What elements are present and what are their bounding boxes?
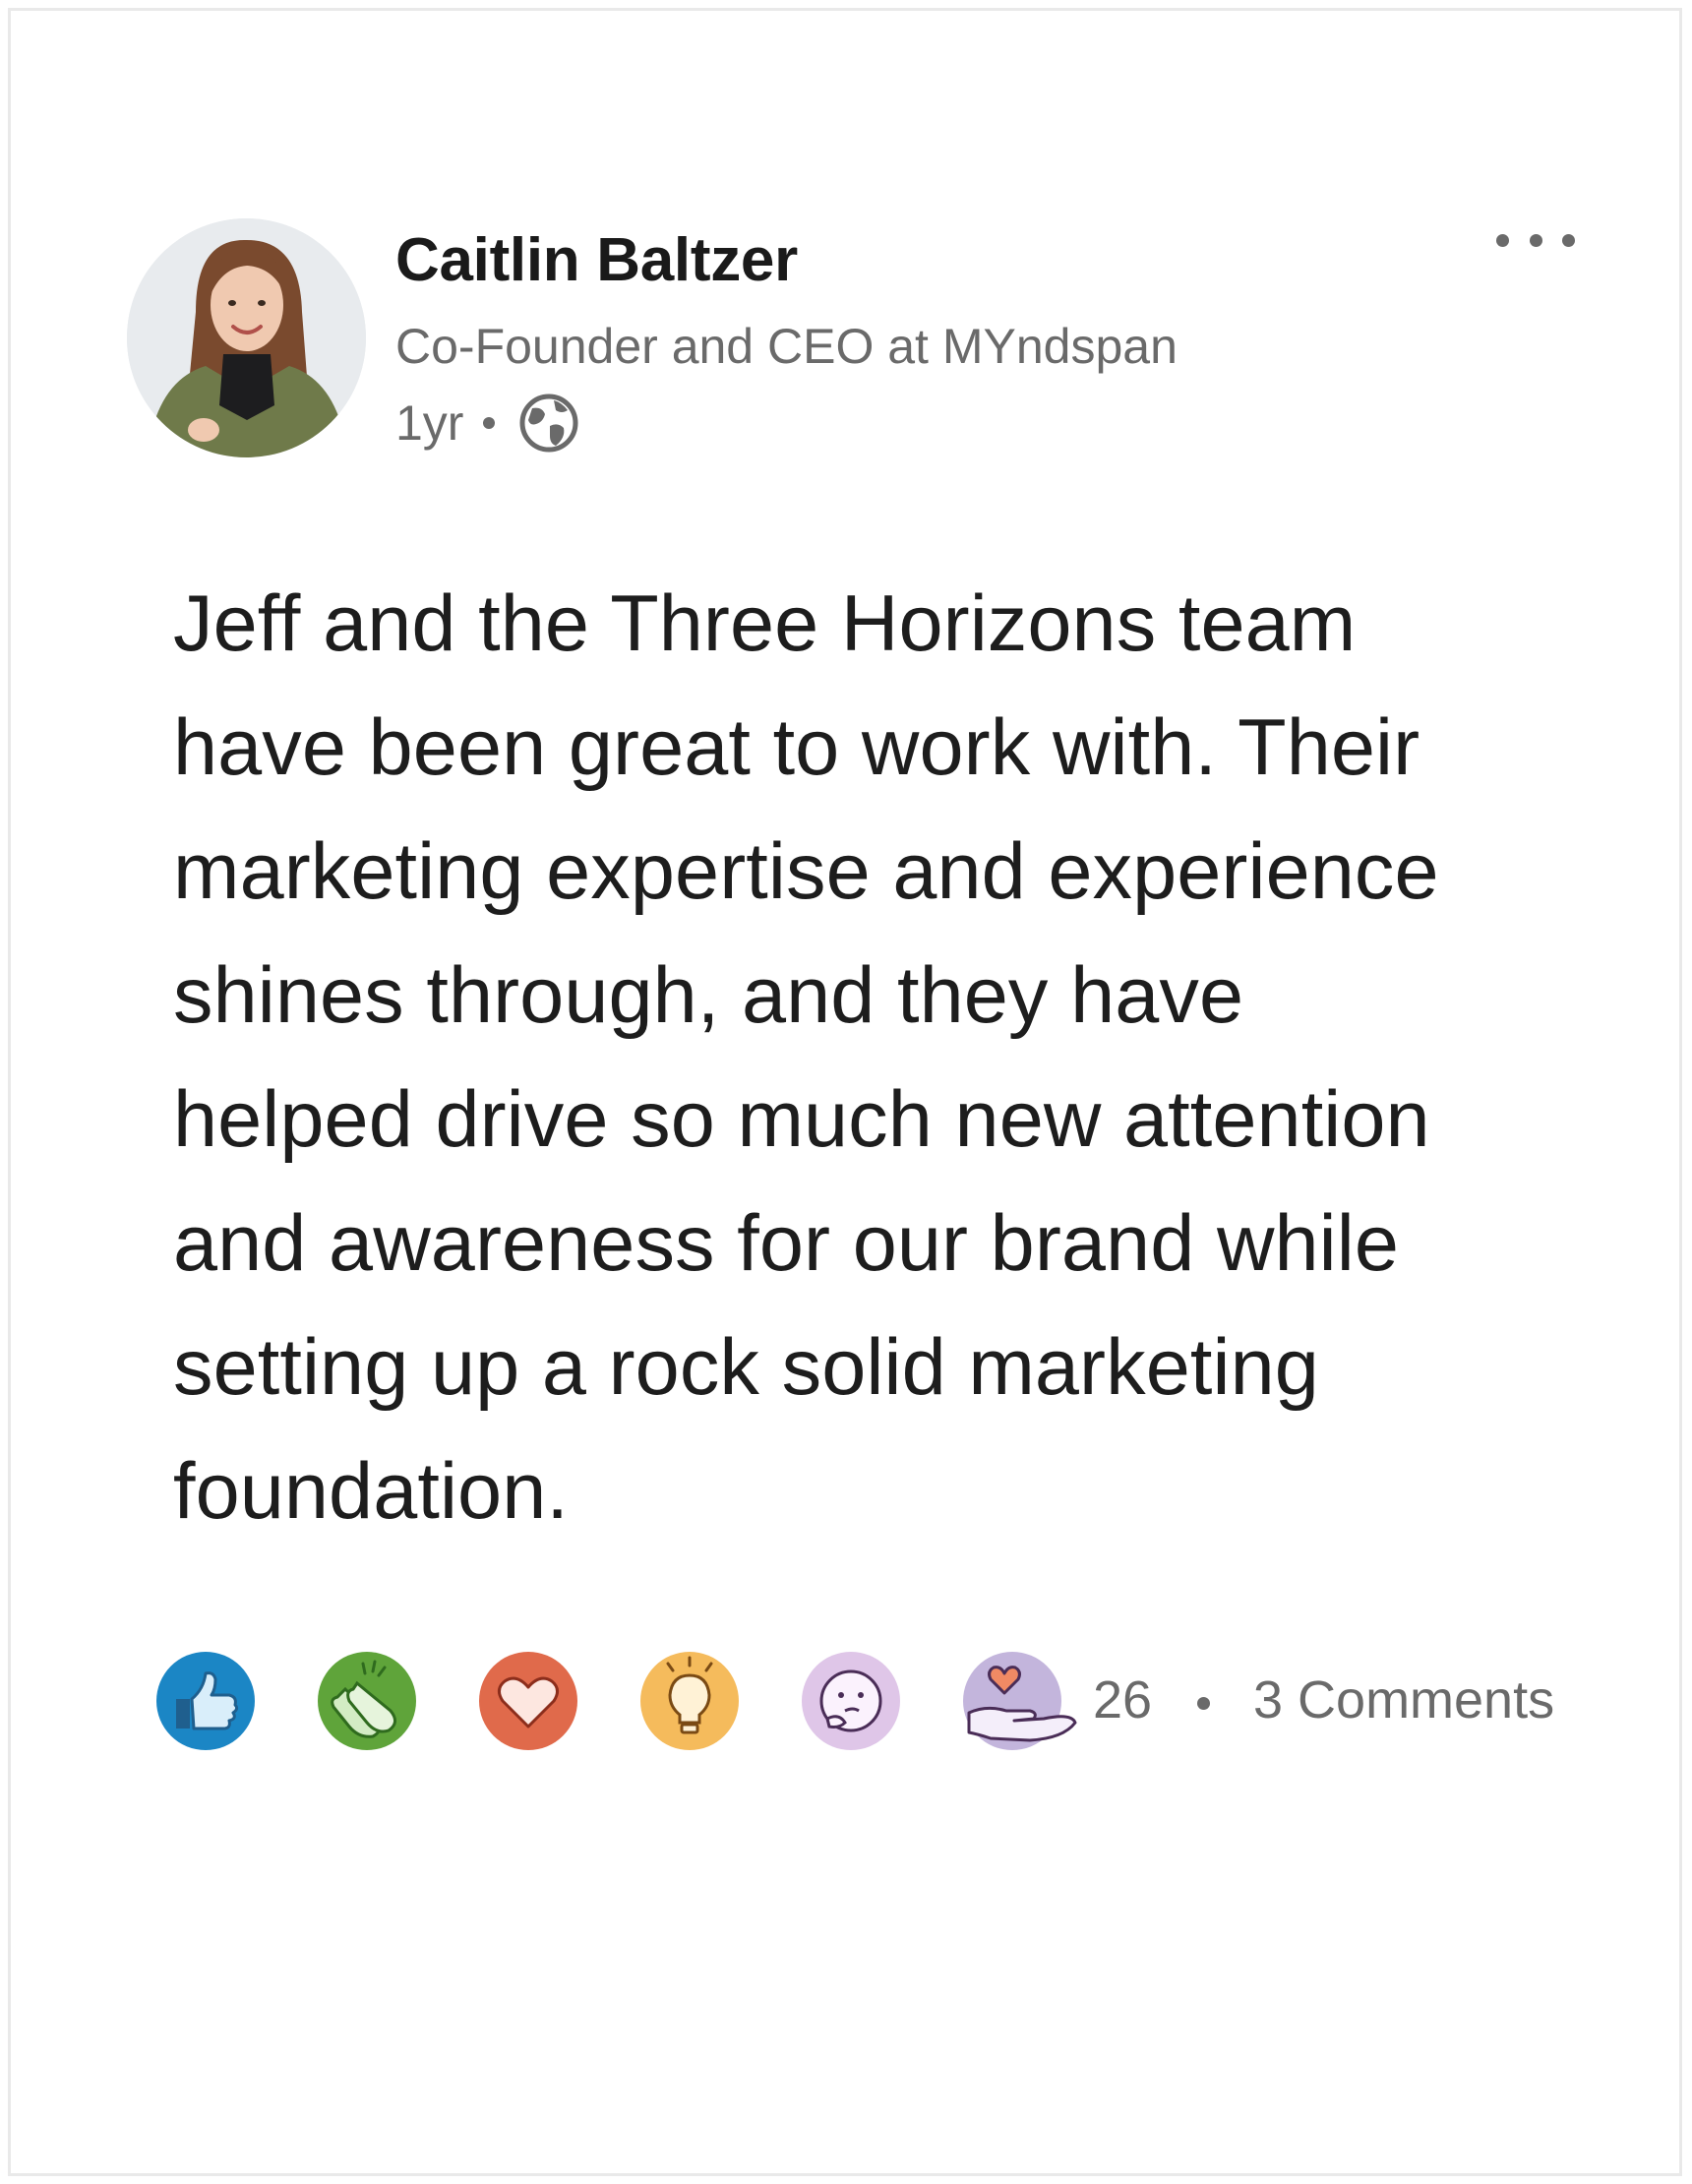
social-counts: 26 3 Comments [154,1650,1581,1758]
reaction-support[interactable] [961,1650,1079,1752]
globe-icon [519,394,578,453]
thumbs-up-icon [156,1652,255,1750]
heart-icon [479,1652,577,1750]
profile-photo [127,218,366,457]
reaction-like[interactable] [154,1650,257,1752]
reaction-love[interactable] [477,1650,579,1752]
author-headline: Co-Founder and CEO at MYndspan [395,319,1178,374]
clapping-hands-icon [318,1652,416,1750]
author-name[interactable]: Caitlin Baltzer [395,225,798,295]
post-age: 1yr [395,395,464,451]
reaction-celebrate[interactable] [316,1650,418,1752]
heart-in-hand-icon [963,1652,1077,1750]
meta-separator [483,417,496,429]
reaction-insightful[interactable] [638,1650,741,1752]
more-horizontal-icon [1496,233,1509,247]
lightbulb-icon [640,1652,739,1750]
post-body: Jeff and the Three Horizons team have be… [173,579,1439,1536]
post-card: Caitlin Baltzer Co-Founder and CEO at MY… [8,8,1682,2176]
reactions-count[interactable]: 26 [1093,1669,1152,1730]
thinking-face-icon [802,1652,900,1750]
reaction-curious[interactable] [800,1650,902,1752]
author-avatar[interactable] [127,218,366,457]
post-meta: 1yr [395,391,579,455]
comments-count-link[interactable]: 3 Comments [1253,1669,1554,1730]
stats-separator [1197,1697,1210,1710]
more-options-button[interactable] [1496,215,1575,265]
